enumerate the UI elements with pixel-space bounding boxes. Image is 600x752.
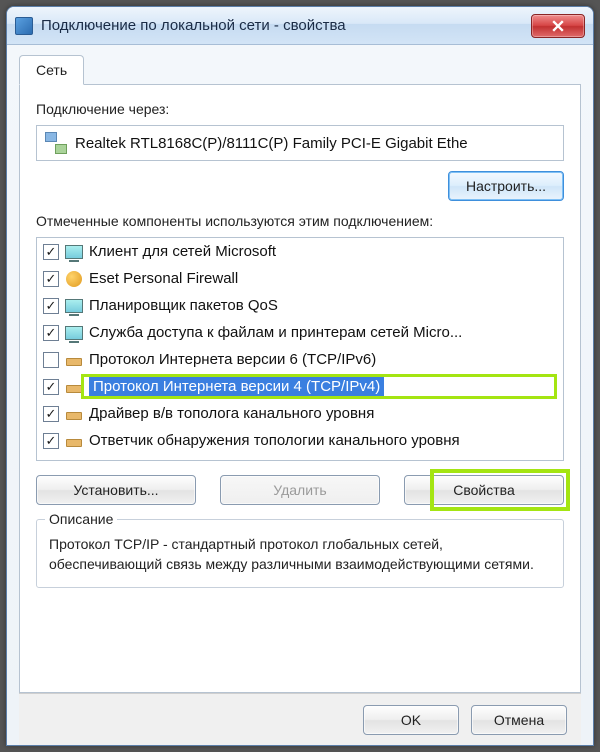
- component-label: Протокол Интернета версии 4 (TCP/IPv4): [89, 377, 384, 396]
- tab-network[interactable]: Сеть: [19, 55, 84, 85]
- checkbox[interactable]: [43, 406, 59, 422]
- component-row[interactable]: Планировщик пакетов QoS: [37, 292, 563, 319]
- adapter-box[interactable]: Realtek RTL8168C(P)/8111C(P) Family PCI-…: [36, 125, 564, 161]
- configure-button[interactable]: Настроить...: [448, 171, 564, 201]
- properties-button[interactable]: Свойства: [404, 475, 564, 505]
- component-row[interactable]: Протокол Интернета версии 4 (TCP/IPv4): [37, 373, 563, 400]
- cancel-button[interactable]: Отмена: [471, 705, 567, 735]
- tab-body: Подключение через: Realtek RTL8168C(P)/8…: [19, 84, 581, 693]
- ok-button[interactable]: OK: [363, 705, 459, 735]
- window-title: Подключение по локальной сети - свойства: [41, 17, 531, 34]
- components-label: Отмеченные компоненты используются этим …: [36, 213, 564, 229]
- remove-button: Удалить: [220, 475, 380, 505]
- component-label: Драйвер в/в тополога канального уровня: [89, 405, 374, 422]
- checkbox[interactable]: [43, 352, 59, 368]
- component-row[interactable]: Драйвер в/в тополога канального уровня: [37, 400, 563, 427]
- proto-icon: [65, 432, 83, 450]
- monitor-icon: [65, 243, 83, 261]
- client-area: Сеть Подключение через: Realtek RTL8168C…: [7, 45, 593, 745]
- close-button[interactable]: [531, 14, 585, 38]
- description-legend: Описание: [45, 511, 117, 527]
- checkbox[interactable]: [43, 298, 59, 314]
- close-icon: [552, 20, 564, 32]
- component-label: Протокол Интернета версии 6 (TCP/IPv6): [89, 351, 376, 368]
- monitor-icon: [65, 297, 83, 315]
- monitor-icon: [65, 324, 83, 342]
- component-row[interactable]: Клиент для сетей Microsoft: [37, 238, 563, 265]
- component-label: Планировщик пакетов QoS: [89, 297, 278, 314]
- component-row[interactable]: Протокол Интернета версии 6 (TCP/IPv6): [37, 346, 563, 373]
- checkbox[interactable]: [43, 244, 59, 260]
- properties-dialog: Подключение по локальной сети - свойства…: [6, 6, 594, 746]
- component-list[interactable]: Клиент для сетей Microsoft Eset Personal …: [36, 237, 564, 461]
- component-label: Ответчик обнаружения топологии канальног…: [89, 432, 460, 449]
- checkbox[interactable]: [43, 271, 59, 287]
- action-buttons: Установить... Удалить Свойства: [36, 475, 564, 505]
- component-row[interactable]: Служба доступа к файлам и принтерам сете…: [37, 319, 563, 346]
- titlebar[interactable]: Подключение по локальной сети - свойства: [7, 7, 593, 45]
- dialog-footer: OK Отмена: [19, 693, 581, 745]
- component-row[interactable]: Eset Personal Firewall: [37, 265, 563, 292]
- install-button[interactable]: Установить...: [36, 475, 196, 505]
- fw-icon: [65, 270, 83, 288]
- proto-icon: [65, 405, 83, 423]
- window-icon: [15, 17, 33, 35]
- component-label: Eset Personal Firewall: [89, 270, 238, 287]
- connect-via-label: Подключение через:: [36, 101, 564, 117]
- proto-icon: [65, 351, 83, 369]
- component-label: Клиент для сетей Microsoft: [89, 243, 276, 260]
- checkbox[interactable]: [43, 433, 59, 449]
- tabstrip: Сеть: [19, 55, 581, 85]
- checkbox[interactable]: [43, 379, 59, 395]
- component-row[interactable]: Ответчик обнаружения топологии канальног…: [37, 427, 563, 454]
- description-group: Описание Протокол TCP/IP - стандартный п…: [36, 519, 564, 588]
- description-text: Протокол TCP/IP - стандартный протокол г…: [49, 534, 551, 575]
- checkbox[interactable]: [43, 325, 59, 341]
- adapter-name: Realtek RTL8168C(P)/8111C(P) Family PCI-…: [75, 135, 468, 152]
- adapter-icon: [45, 132, 67, 154]
- component-label: Служба доступа к файлам и принтерам сете…: [89, 324, 462, 341]
- proto-icon: [65, 378, 83, 396]
